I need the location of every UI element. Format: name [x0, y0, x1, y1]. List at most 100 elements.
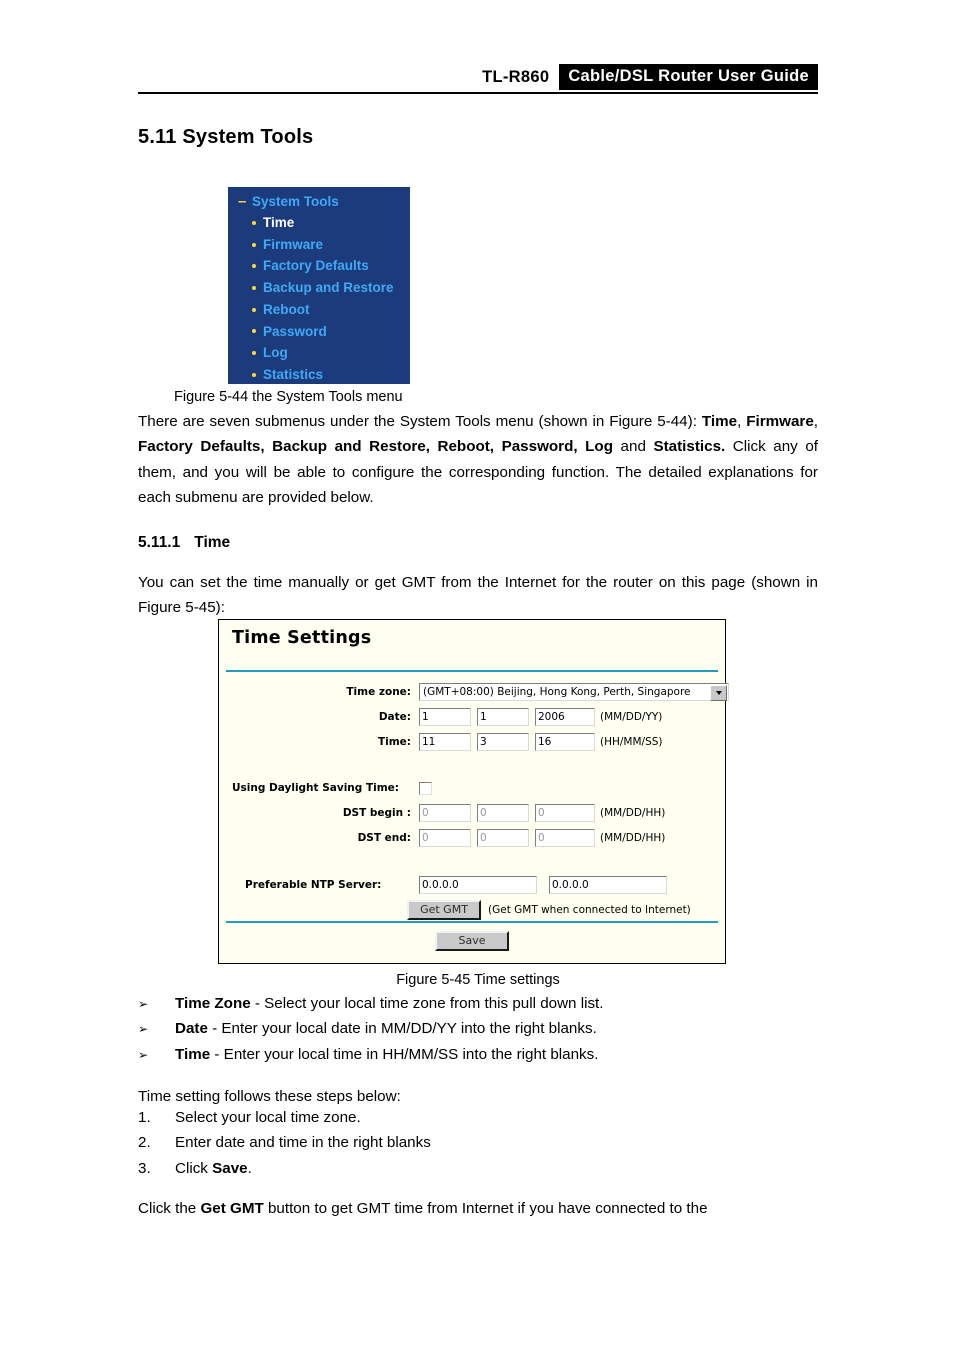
sidebar-item-statistics[interactable]: Statistics	[252, 364, 410, 386]
sidebar-item-label: Statistics	[263, 366, 324, 382]
dst-begin-label: DST begin :	[342, 807, 411, 819]
bullet-icon	[252, 285, 256, 290]
ntp-server-row: Preferable NTP Server: 0.0.0.0 0.0.0.0	[219, 874, 725, 896]
dst-begin-format-hint: (MM/DD/HH)	[600, 807, 666, 819]
list-item-rest: - Enter your local date in MM/DD/YY into…	[207, 1020, 597, 1038]
arrow-bullet-icon: ➢	[138, 997, 149, 1011]
subsection-number: 5.11.1	[138, 534, 181, 551]
date-day-input[interactable]: 1	[477, 708, 529, 726]
dst-end-day-input[interactable]: 0	[477, 829, 529, 847]
panel-title: Time Settings	[232, 628, 372, 648]
system-tools-menu-figure: – System Tools Time Firmware Factory Def…	[228, 187, 410, 384]
panel-divider-bottom	[226, 921, 718, 923]
list-item: ➢ Date - Enter your local date in MM/DD/…	[138, 1020, 818, 1045]
dst-begin-month-input[interactable]: 0	[419, 804, 471, 822]
sidebar-item-label: Factory Defaults	[263, 258, 369, 274]
date-month-input[interactable]: 1	[419, 708, 471, 726]
step-number: 2.	[138, 1134, 151, 1152]
save-row: Save	[219, 931, 725, 951]
step-number: 1.	[138, 1109, 151, 1126]
get-gmt-row: Get GMT (Get GMT when connected to Inter…	[219, 899, 725, 921]
sidebar-item-backup-and-restore[interactable]: Backup and Restore	[252, 277, 410, 299]
bullet-icon	[252, 242, 256, 247]
list-item-rest: - Enter your local time in HH/MM/SS into…	[210, 1045, 599, 1063]
time-hour-input[interactable]: 11	[419, 733, 471, 751]
sidebar-item-log[interactable]: Log	[252, 342, 410, 364]
sidebar-item-label: Time	[263, 215, 295, 231]
list-item-term: Time	[175, 1045, 211, 1063]
menu-root-label: System Tools	[252, 194, 339, 209]
time-settings-panel: Time Settings Time zone: (GMT+08:00) Bei…	[218, 619, 729, 964]
sidebar-item-label: Firmware	[263, 236, 324, 252]
figure-caption-544: Figure 5-44 the System Tools menu	[174, 389, 403, 405]
dst-end-row: DST end: 0 0 0 (MM/DD/HH)	[219, 827, 725, 849]
list-item-term: Time Zone	[175, 995, 251, 1012]
ntp-secondary-input[interactable]: 0.0.0.0	[549, 876, 667, 894]
step-text: Click Save.	[175, 1159, 252, 1177]
document-page: TL-R860 Cable/DSL Router User Guide 5.11…	[0, 0, 954, 1350]
field-description-list: ➢ Time Zone - Select your local time zon…	[138, 995, 818, 1071]
time-second-input[interactable]: 16	[535, 733, 595, 751]
sidebar-item-firmware[interactable]: Firmware	[252, 234, 410, 256]
sidebar-item-label: Reboot	[263, 301, 310, 317]
date-label: Date:	[378, 711, 411, 723]
steps-list: 1. Select your local time zone. 2. Enter…	[138, 1109, 818, 1185]
bullet-icon	[252, 264, 256, 269]
step-text: Enter date and time in the right blanks	[175, 1134, 431, 1152]
header-model: TL-R860	[482, 68, 550, 86]
running-header: TL-R860 Cable/DSL Router User Guide	[138, 62, 818, 92]
date-row: Date: 1 1 2006 (MM/DD/YY)	[219, 706, 725, 728]
ntp-primary-input[interactable]: 0.0.0.0	[419, 876, 537, 894]
sidebar-item-reboot[interactable]: Reboot	[252, 299, 410, 321]
sidebar-item-label: Log	[263, 345, 288, 361]
page-title: 5.11 System Tools	[138, 126, 314, 148]
chevron-down-icon[interactable]	[710, 685, 727, 701]
dst-toggle-label: Using Daylight Saving Time:	[232, 782, 399, 794]
intro-paragraph: There are seven submenus under the Syste…	[138, 413, 819, 506]
time-minute-input[interactable]: 3	[477, 733, 529, 751]
step-number: 3.	[138, 1159, 151, 1177]
list-item-text: Time Zone - Select your local time zone …	[175, 995, 604, 1012]
dst-end-hour-input[interactable]: 0	[535, 829, 595, 847]
menu-root-row[interactable]: – System Tools	[228, 187, 410, 209]
menu-item-list: Time Firmware Factory Defaults Backup an…	[228, 209, 410, 386]
dst-begin-hour-input[interactable]: 0	[535, 804, 595, 822]
bullet-icon	[252, 329, 256, 334]
sidebar-item-password[interactable]: Password	[252, 320, 410, 342]
list-item-term: Date	[175, 1020, 208, 1038]
list-item: ➢ Time Zone - Select your local time zon…	[138, 995, 818, 1020]
header-divider	[138, 92, 818, 94]
bullet-icon	[252, 307, 256, 312]
dst-enable-checkbox[interactable]	[419, 781, 432, 795]
sidebar-item-factory-defaults[interactable]: Factory Defaults	[252, 255, 410, 277]
arrow-bullet-icon: ➢	[138, 1022, 149, 1037]
list-item: 3. Click Save.	[138, 1160, 818, 1185]
panel-divider-top	[226, 670, 718, 672]
collapse-minus-icon[interactable]: –	[238, 194, 247, 209]
ntp-server-label: Preferable NTP Server:	[245, 879, 382, 891]
bullet-icon	[252, 372, 256, 377]
save-button[interactable]: Save	[435, 931, 509, 951]
subsection-title: Time	[194, 534, 231, 551]
time-zone-label: Time zone:	[346, 686, 411, 698]
list-item: 1. Select your local time zone.	[138, 1109, 818, 1134]
get-gmt-note: (Get GMT when connected to Internet)	[488, 904, 691, 916]
header-title-bar: Cable/DSL Router User Guide	[559, 64, 818, 90]
arrow-bullet-icon: ➢	[138, 1047, 149, 1062]
sidebar-item-label: Backup and Restore	[263, 280, 394, 296]
dst-end-label: DST end:	[357, 832, 411, 844]
list-item-text: Time - Enter your local time in HH/MM/SS…	[175, 1046, 598, 1063]
date-year-input[interactable]: 2006	[535, 708, 595, 726]
dst-end-month-input[interactable]: 0	[419, 829, 471, 847]
time-label: Time:	[377, 736, 411, 748]
sidebar-item-label: Password	[263, 323, 327, 339]
dst-begin-day-input[interactable]: 0	[477, 804, 529, 822]
time-zone-select[interactable]: (GMT+08:00) Beijing, Hong Kong, Perth, S…	[419, 683, 729, 701]
time-row: Time: 11 3 16 (HH/MM/SS)	[219, 731, 725, 753]
sidebar-item-time[interactable]: Time	[252, 212, 410, 234]
step-text: Select your local time zone.	[175, 1109, 361, 1126]
get-gmt-button[interactable]: Get GMT	[407, 900, 481, 920]
subsection-heading: 5.11.1 Time	[138, 534, 230, 552]
time-zone-selected-value: (GMT+08:00) Beijing, Hong Kong, Perth, S…	[423, 686, 691, 698]
bullet-icon	[252, 350, 256, 355]
